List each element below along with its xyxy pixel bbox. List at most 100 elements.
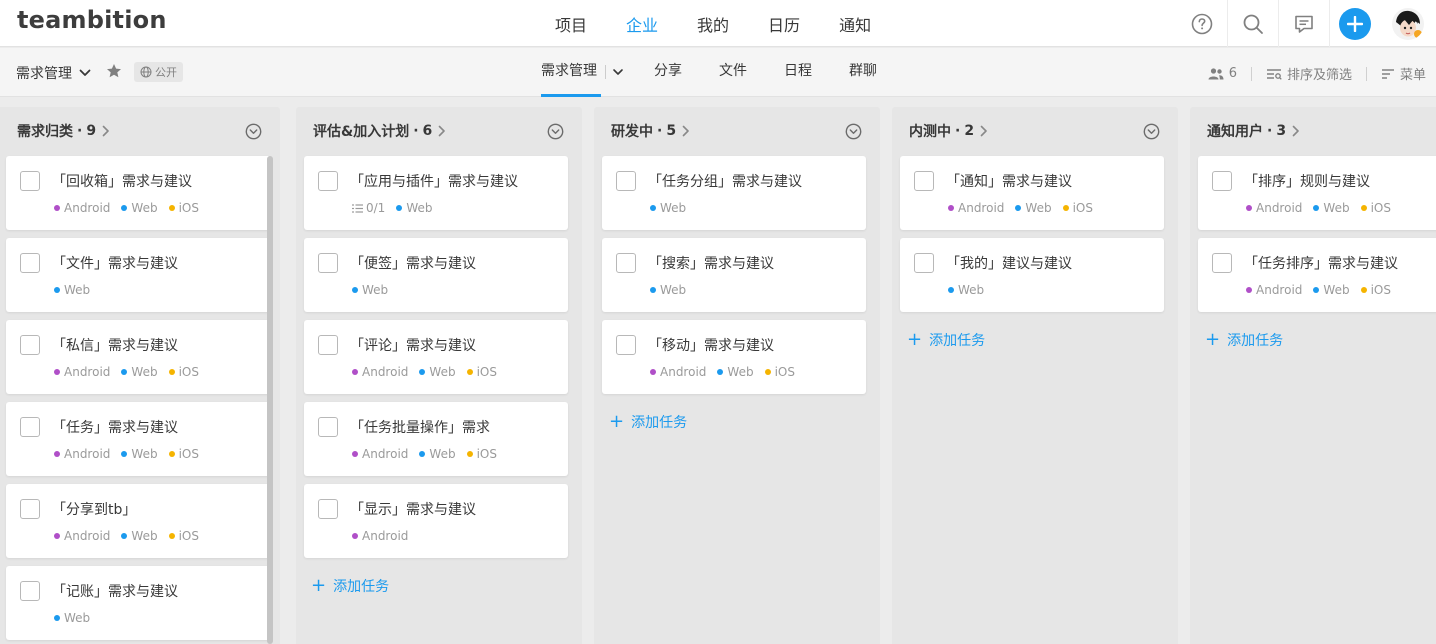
task-card[interactable]: 「文件」需求与建议 Web bbox=[6, 238, 271, 312]
task-card[interactable]: 「排序」规则与建议 Android Web iOS bbox=[1198, 156, 1436, 230]
nav-item-mine[interactable]: 我的 bbox=[697, 12, 729, 36]
tag-dot bbox=[1062, 205, 1069, 211]
column-header[interactable]: 通知用户 · 3 bbox=[1190, 107, 1436, 155]
tab-switch-dropdown[interactable] bbox=[605, 65, 624, 79]
task-checkbox[interactable] bbox=[20, 417, 40, 437]
divider bbox=[1250, 66, 1252, 81]
add-task-button[interactable]: + 添加任务 bbox=[609, 412, 687, 432]
task-checkbox[interactable] bbox=[1212, 171, 1232, 191]
task-card[interactable]: 「便签」需求与建议 Web bbox=[304, 238, 568, 312]
task-title: 「任务排序」需求与建议 bbox=[1244, 256, 1398, 272]
task-checkbox[interactable] bbox=[318, 335, 338, 355]
chat-icon[interactable] bbox=[1278, 0, 1329, 47]
tab-files[interactable]: 文件 bbox=[719, 48, 747, 97]
task-card[interactable]: 「私信」需求与建议 Android Web iOS bbox=[6, 320, 271, 394]
tag-dot bbox=[352, 369, 358, 375]
task-card[interactable]: 「显示」需求与建议 Android bbox=[304, 484, 568, 558]
task-checkbox[interactable] bbox=[616, 335, 636, 355]
column-menu-icon[interactable] bbox=[845, 123, 862, 144]
task-card[interactable]: 「记账」需求与建议 Web bbox=[6, 566, 271, 640]
tag-label: Android bbox=[362, 529, 409, 543]
visibility-badge[interactable]: 公开 bbox=[134, 62, 183, 82]
task-checkbox[interactable] bbox=[616, 253, 636, 273]
task-card[interactable]: 「任务分组」需求与建议 Web bbox=[602, 156, 866, 230]
sort-filter-button[interactable]: 排序及筛选 bbox=[1266, 64, 1352, 83]
task-card[interactable]: 「移动」需求与建议 Android Web iOS bbox=[602, 320, 866, 394]
column-header[interactable]: 内测中 · 2 bbox=[892, 107, 1178, 155]
tag-label: Android bbox=[64, 447, 111, 461]
task-checkbox[interactable] bbox=[20, 335, 40, 355]
task-card[interactable]: 「回收箱」需求与建议 Android Web iOS bbox=[6, 156, 271, 230]
tab-schedule[interactable]: 日程 bbox=[784, 48, 812, 97]
platform-tag: iOS bbox=[1062, 201, 1093, 215]
help-icon[interactable] bbox=[1176, 0, 1227, 47]
task-tags: Android Web iOS bbox=[352, 447, 508, 461]
divider bbox=[1365, 66, 1367, 81]
nav-item-calendar[interactable]: 日历 bbox=[768, 12, 800, 36]
task-checkbox[interactable] bbox=[914, 171, 934, 191]
tag-label: Android bbox=[1256, 201, 1303, 215]
column-header[interactable]: 需求归类 · 9 bbox=[0, 107, 280, 155]
board-column: 评估&加入计划 · 6 「应用与插件」需求与建议 0/1 Web 「便签」需求与建议 Web 「… bbox=[296, 107, 582, 644]
project-title-dropdown[interactable]: 需求管理 bbox=[16, 63, 92, 83]
task-checkbox[interactable] bbox=[20, 581, 40, 601]
task-card[interactable]: 「搜索」需求与建议 Web bbox=[602, 238, 866, 312]
search-icon[interactable] bbox=[1227, 0, 1278, 47]
platform-tag: Web bbox=[121, 365, 158, 379]
add-task-button[interactable]: + 添加任务 bbox=[907, 330, 985, 350]
task-card[interactable]: 「任务」需求与建议 Android Web iOS bbox=[6, 402, 271, 476]
user-avatar[interactable] bbox=[1380, 0, 1436, 47]
task-card[interactable]: 「应用与插件」需求与建议 0/1 Web bbox=[304, 156, 568, 230]
create-button[interactable] bbox=[1329, 0, 1380, 47]
platform-tag: Web bbox=[1313, 201, 1350, 215]
task-card[interactable]: 「我的」建议与建议 Web bbox=[900, 238, 1164, 312]
nav-item-notifications[interactable]: 通知 bbox=[839, 12, 871, 36]
checklist-icon bbox=[352, 203, 363, 213]
task-checkbox[interactable] bbox=[318, 171, 338, 191]
tag-dot bbox=[650, 287, 656, 293]
tag-dot bbox=[1246, 287, 1252, 293]
tag-label: Web bbox=[406, 201, 433, 215]
column-menu-icon[interactable] bbox=[245, 123, 262, 144]
nav-item-enterprise[interactable]: 企业 bbox=[626, 12, 658, 36]
task-checkbox[interactable] bbox=[20, 253, 40, 273]
board-column: 需求归类 · 9 「回收箱」需求与建议 Android Web iOS 「文件」需求与建议 We… bbox=[0, 107, 280, 644]
task-checkbox[interactable] bbox=[318, 499, 338, 519]
column-scrollbar[interactable] bbox=[267, 156, 273, 644]
app-logo[interactable]: teambition bbox=[17, 6, 167, 34]
task-card[interactable]: 「评论」需求与建议 Android Web iOS bbox=[304, 320, 568, 394]
platform-tag: Android bbox=[650, 365, 706, 379]
task-checkbox[interactable] bbox=[20, 499, 40, 519]
platform-tag: iOS bbox=[168, 529, 199, 543]
tag-dot bbox=[168, 451, 175, 457]
add-task-button[interactable]: + 添加任务 bbox=[1205, 330, 1283, 350]
column-header[interactable]: 研发中 · 5 bbox=[594, 107, 880, 155]
task-card[interactable]: 「任务排序」需求与建议 Android Web iOS bbox=[1198, 238, 1436, 312]
task-checkbox[interactable] bbox=[20, 171, 40, 191]
tab-requirements[interactable]: 需求管理 bbox=[541, 48, 601, 97]
task-checkbox[interactable] bbox=[1212, 253, 1232, 273]
task-title: 「我的」建议与建议 bbox=[946, 256, 1072, 272]
add-task-button[interactable]: + 添加任务 bbox=[311, 576, 389, 596]
task-checkbox[interactable] bbox=[318, 417, 338, 437]
task-checkbox[interactable] bbox=[914, 253, 934, 273]
task-card[interactable]: 「分享到tb」 Android Web iOS bbox=[6, 484, 271, 558]
members-button[interactable]: 6 bbox=[1208, 66, 1237, 81]
menu-button[interactable]: 菜单 bbox=[1381, 64, 1426, 83]
column-title: 需求归类 bbox=[17, 124, 73, 140]
tab-share[interactable]: 分享 bbox=[654, 48, 682, 97]
column-count: 5 bbox=[666, 123, 677, 139]
tag-label: iOS bbox=[178, 365, 199, 379]
column-header[interactable]: 评估&加入计划 · 6 bbox=[296, 107, 582, 155]
task-checkbox[interactable] bbox=[318, 253, 338, 273]
task-checkbox[interactable] bbox=[616, 171, 636, 191]
tab-group-chat[interactable]: 群聊 bbox=[849, 48, 877, 97]
column-menu-icon[interactable] bbox=[547, 123, 564, 144]
column-menu-icon[interactable] bbox=[1143, 123, 1160, 144]
tag-label: Android bbox=[362, 447, 409, 461]
task-card[interactable]: 「通知」需求与建议 Android Web iOS bbox=[900, 156, 1164, 230]
task-card[interactable]: 「任务批量操作」需求 Android Web iOS bbox=[304, 402, 568, 476]
nav-item-projects[interactable]: 项目 bbox=[555, 12, 587, 36]
star-icon[interactable] bbox=[106, 63, 122, 83]
task-tags: Web bbox=[54, 611, 101, 625]
